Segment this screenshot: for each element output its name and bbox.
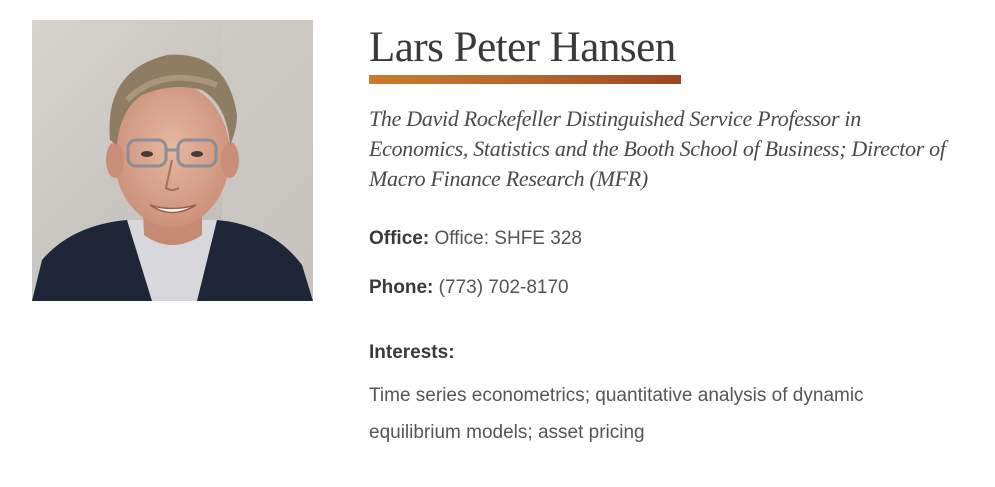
profile-name: Lars Peter Hansen — [369, 24, 676, 71]
profile-info: Lars Peter Hansen The David Rockefeller … — [369, 22, 969, 451]
profile-title: The David Rockefeller Distinguished Serv… — [369, 106, 946, 191]
portrait-photo-icon — [32, 20, 313, 301]
phone-label: Phone: — [369, 277, 434, 298]
phone-value: (773) 702-8170 — [438, 277, 569, 298]
office-label: Office: — [369, 228, 430, 249]
name-underline — [369, 75, 681, 84]
office-field: Office: Office: SHFE 328 — [369, 227, 969, 251]
office-value: Office: SHFE 328 — [434, 228, 582, 249]
profile-photo — [32, 20, 313, 301]
phone-field: Phone: (773) 702-8170 — [369, 276, 969, 300]
interests-heading: Interests: — [369, 342, 455, 363]
interests-text: Time series econometrics; quantitative a… — [369, 385, 864, 443]
